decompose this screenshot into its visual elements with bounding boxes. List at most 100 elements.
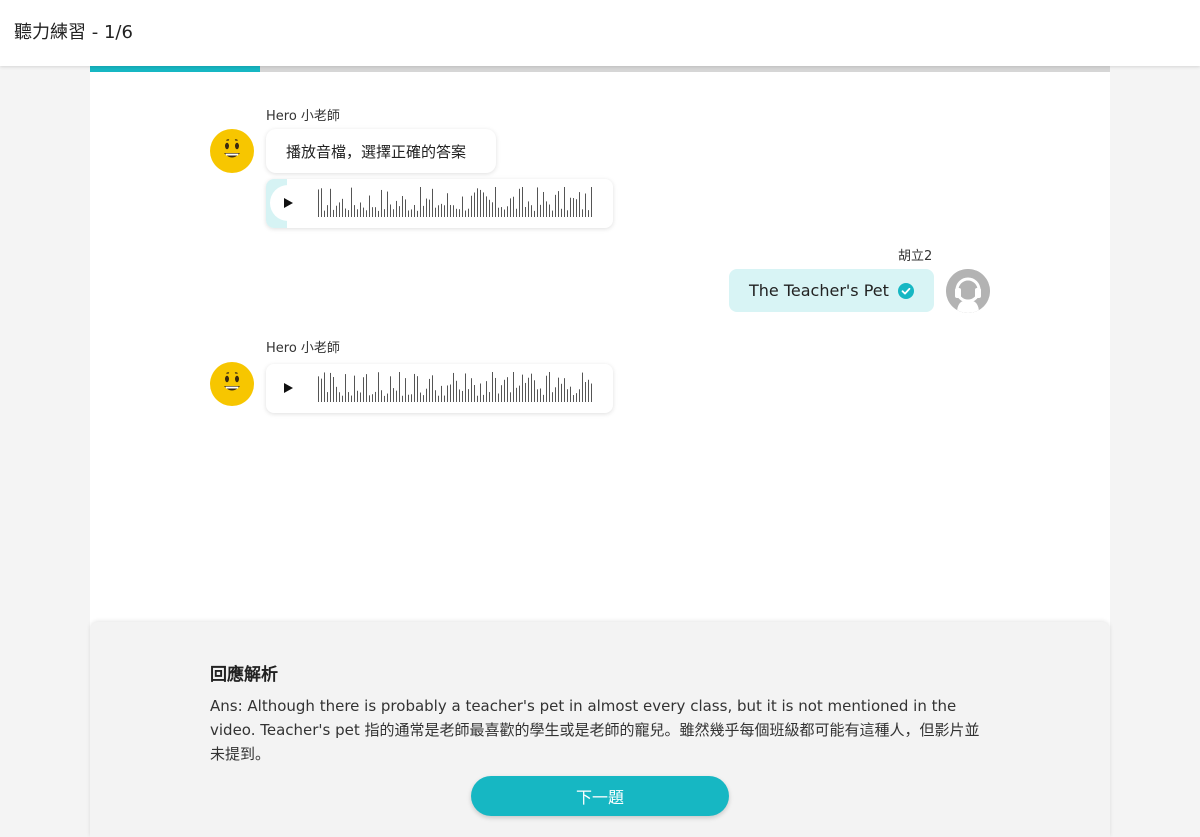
feedback-explanation: Ans: Although there is probably a teache… <box>210 697 980 763</box>
next-question-button[interactable]: 下一題 <box>471 776 729 816</box>
waveform-bar <box>333 209 334 217</box>
waveform-bar <box>534 210 535 217</box>
waveform-bar <box>519 188 520 217</box>
waveform-bar <box>516 208 517 217</box>
user-answer-bubble: The Teacher's Pet <box>729 269 934 312</box>
feedback-title: 回應解析 <box>210 665 278 685</box>
play-button[interactable] <box>270 370 306 406</box>
waveform-bar <box>561 208 562 217</box>
waveform-bar <box>330 188 331 217</box>
waveform-bar <box>363 377 364 402</box>
waveform-bar <box>423 205 424 217</box>
waveform-bar <box>438 395 439 402</box>
waveform-bar <box>393 388 394 402</box>
waveform-bar <box>495 377 496 402</box>
waveform-bar <box>453 205 454 217</box>
waveform-bar <box>525 207 526 217</box>
waveform-bar <box>507 206 508 217</box>
waveform-bar <box>477 188 478 217</box>
audio-message-1[interactable] <box>266 179 613 228</box>
waveform-bar <box>501 385 502 402</box>
waveform-bar <box>492 202 493 217</box>
waveform-bar <box>471 378 472 402</box>
waveform-bar <box>417 210 418 217</box>
waveform-bar <box>348 392 349 402</box>
waveform-bar <box>369 195 370 217</box>
waveform-bar <box>345 374 346 402</box>
waveform-bar <box>387 393 388 402</box>
waveform-bar <box>363 207 364 217</box>
waveform-bar <box>504 379 505 402</box>
teacher-avatar <box>210 129 254 173</box>
waveform-bar <box>486 196 487 217</box>
waveform-bar <box>498 393 499 402</box>
waveform-bar <box>534 380 535 402</box>
waveform-bar <box>444 205 445 217</box>
waveform-bar <box>480 189 481 217</box>
waveform-bar <box>354 375 355 402</box>
waveform-bar <box>318 189 319 217</box>
waveform-bar <box>543 394 544 402</box>
user-name: 胡立2 <box>898 249 933 264</box>
waveform-bar <box>576 199 577 217</box>
waveform-bar <box>408 394 409 402</box>
waveform-bar <box>405 378 406 402</box>
smiley-emoji-icon <box>224 372 240 391</box>
play-button[interactable] <box>270 185 306 221</box>
waveform-bar <box>564 378 565 402</box>
waveform-bar <box>468 208 469 217</box>
waveform-bar <box>420 392 421 402</box>
waveform-bar <box>426 388 427 402</box>
waveform-bar <box>357 209 358 217</box>
waveform-bar <box>366 374 367 402</box>
waveform-bar <box>324 210 325 217</box>
waveform-bar <box>339 202 340 217</box>
waveform-bar <box>351 187 352 217</box>
waveform-bar <box>522 187 523 217</box>
audio-message-2[interactable] <box>266 364 613 413</box>
waveform-bar <box>408 210 409 217</box>
top-bar: 聽力練習 - 1/6 <box>0 0 1200 66</box>
waveform-bar <box>456 208 457 217</box>
waveform-bar <box>537 389 538 402</box>
waveform-bar <box>528 201 529 217</box>
teacher-avatar <box>210 362 254 406</box>
waveform-bar <box>471 195 472 217</box>
waveform-bar <box>567 210 568 217</box>
feedback-panel: 回應解析 Ans: Although there is probably a t… <box>90 622 1110 837</box>
waveform-bar <box>537 187 538 217</box>
waveform-bar <box>549 372 550 402</box>
waveform-bar <box>372 207 373 217</box>
waveform-bar <box>465 373 466 402</box>
waveform-bar <box>489 392 490 402</box>
waveform-bar <box>420 187 421 217</box>
waveform-bar <box>411 209 412 217</box>
waveform-bar <box>480 383 481 402</box>
waveform-bar <box>381 189 382 217</box>
waveform-bar <box>444 395 445 402</box>
waveform-bar <box>555 194 556 217</box>
waveform-bar <box>375 207 376 217</box>
waveform-bar <box>585 382 586 402</box>
waveform-bar <box>513 372 514 402</box>
waveform-bar <box>342 395 343 402</box>
user-avatar <box>946 269 990 313</box>
waveform-bar <box>327 392 328 402</box>
waveform-bar <box>531 205 532 217</box>
play-icon <box>284 383 293 393</box>
waveform-bar <box>396 200 397 217</box>
audio-waveform[interactable] <box>318 187 598 221</box>
waveform-bar <box>432 375 433 402</box>
waveform-bar <box>486 381 487 402</box>
waveform-bar <box>465 210 466 217</box>
instruction-text: 播放音檔，選擇正確的答案 <box>286 143 467 161</box>
audio-waveform[interactable] <box>318 372 598 406</box>
waveform-bar <box>387 191 388 217</box>
waveform-bar <box>588 379 589 402</box>
progress-bar <box>90 66 1110 72</box>
check-circle-icon <box>898 283 914 299</box>
waveform-bar <box>582 372 583 402</box>
waveform-bar <box>513 196 514 217</box>
waveform-bar <box>528 377 529 402</box>
waveform-bar <box>396 390 397 402</box>
